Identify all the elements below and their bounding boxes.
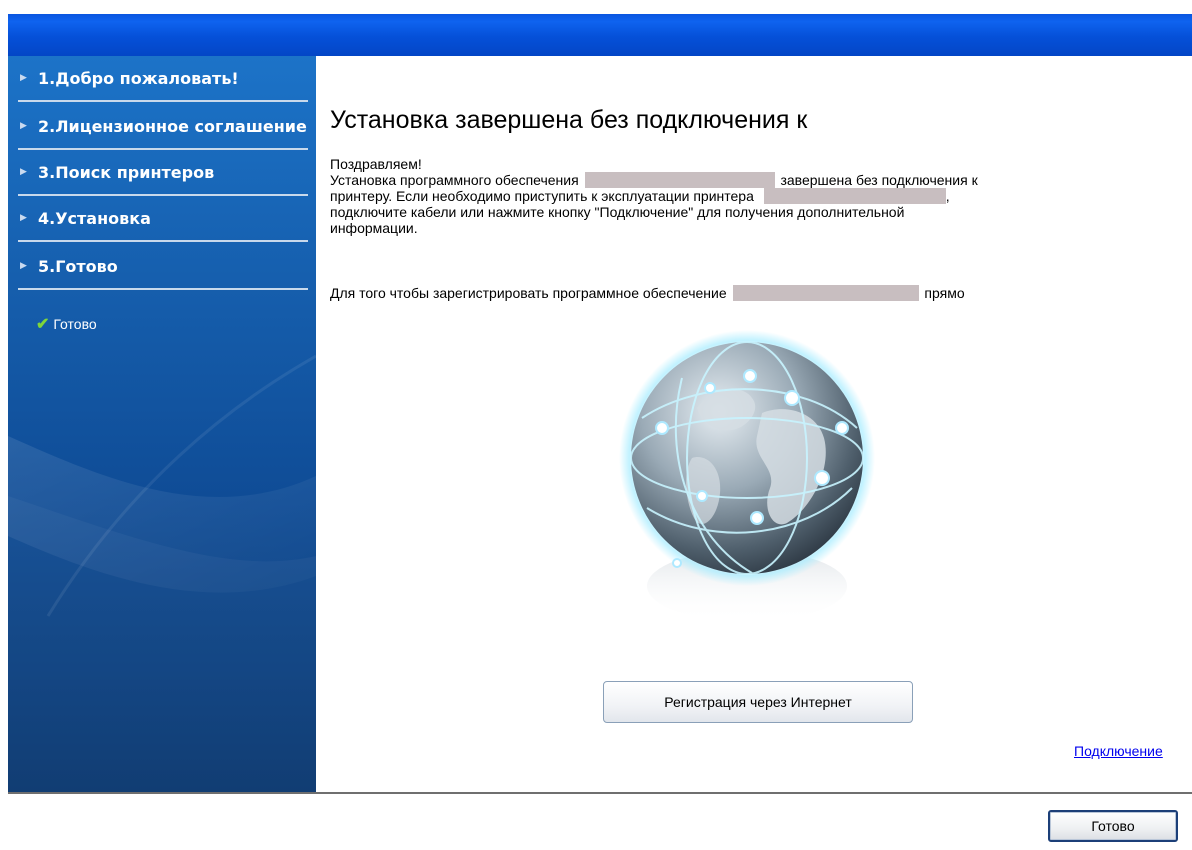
redacted-software-name-2 <box>732 285 919 301</box>
sidebar: ▶ 1.Добро пожаловать! ▶ 2.Лицензионное с… <box>8 56 316 792</box>
checkmark-icon: ✔ <box>36 316 50 333</box>
register-online-button[interactable]: Регистрация через Интернет <box>603 681 913 723</box>
redacted-software-name <box>584 172 775 188</box>
sidebar-step-label: 1.Добро пожаловать! <box>38 68 239 88</box>
software-line: Установка программного обеспечения завер… <box>330 172 1090 188</box>
printer-line: принтеру. Если необходимо приступить к э… <box>330 188 1090 204</box>
triangle-right-icon: ▶ <box>20 213 27 223</box>
sidebar-step-label: 2.Лицензионное соглашение <box>38 116 307 136</box>
sidebar-step-install: ▶ 4.Установка <box>18 196 308 242</box>
sidebar-step-welcome: ▶ 1.Добро пожаловать! <box>18 56 308 102</box>
triangle-right-icon: ▶ <box>20 167 27 177</box>
sidebar-step-done: ▶ 5.Готово <box>18 244 308 290</box>
info-line: информации. <box>330 220 418 236</box>
sidebar-step-label: 4.Установка <box>38 208 151 228</box>
globe-illustration <box>619 330 875 622</box>
register-paragraph: Для того чтобы зарегистрировать программ… <box>330 285 1090 301</box>
window-titlebar <box>0 0 1192 56</box>
window-frame-left <box>0 56 8 850</box>
register-line-end: прямо <box>924 285 965 301</box>
sidebar-step-search-printers: ▶ 3.Поиск принтеров <box>18 150 308 196</box>
triangle-right-icon: ▶ <box>20 121 27 131</box>
main-content: Установка завершена без подключения к По… <box>316 56 1192 792</box>
register-line-start: Для того чтобы зарегистрировать программ… <box>330 285 727 301</box>
software-line-end: завершена без подключения к <box>780 172 978 188</box>
done-button[interactable]: Готово <box>1048 810 1178 842</box>
sidebar-step-label: 3.Поиск принтеров <box>38 162 215 182</box>
instruction-line: подключите кабели или нажмите кнопку "По… <box>330 204 905 220</box>
sidebar-step-label: 5.Готово <box>38 256 118 276</box>
sidebar-step-license: ▶ 2.Лицензионное соглашение <box>18 104 308 150</box>
triangle-right-icon: ▶ <box>20 261 27 271</box>
globe-image <box>602 318 892 638</box>
congrats-paragraph: Поздравляем! Установка программного обес… <box>330 156 1090 236</box>
page-title: Установка завершена без подключения к <box>330 106 808 134</box>
redacted-printer-name <box>763 188 946 204</box>
footer: Готово <box>8 794 1192 850</box>
software-line-start: Установка программного обеспечения <box>330 172 579 188</box>
sidebar-substep-done: ✔ Готово <box>36 314 97 334</box>
connect-link[interactable]: Подключение <box>1074 743 1163 759</box>
titlebar-bar[interactable] <box>8 14 1192 56</box>
printer-line-start: принтеру. Если необходимо приступить к э… <box>330 188 754 204</box>
printer-line-end: , <box>945 188 950 204</box>
congrats-line: Поздравляем! <box>330 156 422 172</box>
sidebar-substep-label: Готово <box>53 316 97 332</box>
triangle-right-icon: ▶ <box>20 73 27 83</box>
